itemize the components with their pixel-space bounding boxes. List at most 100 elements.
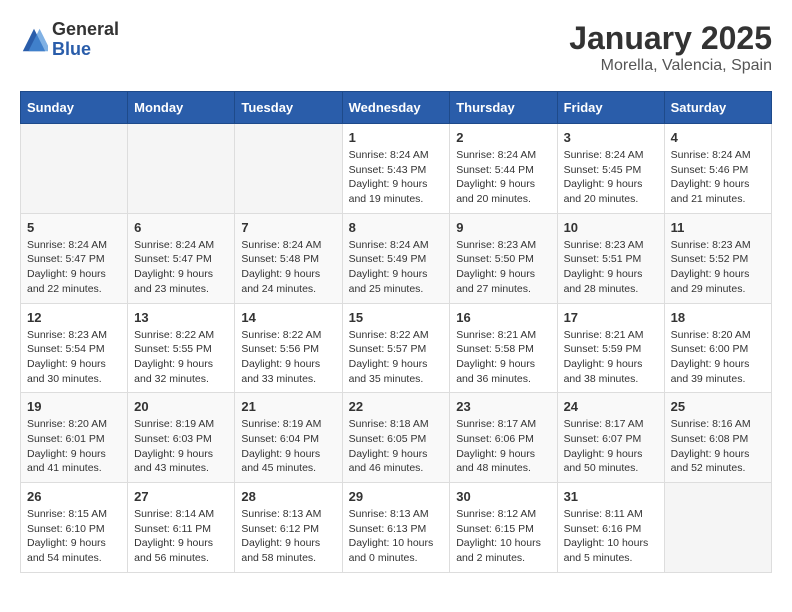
weekday-header-thursday: Thursday: [450, 92, 557, 124]
calendar-cell: 11 Sunrise: 8:23 AM Sunset: 5:52 PM Dayli…: [664, 213, 771, 303]
logo-blue-text: Blue: [52, 40, 119, 60]
day-info: Sunrise: 8:20 AM Sunset: 6:00 PM Dayligh…: [671, 328, 765, 387]
calendar-cell: [235, 124, 342, 214]
calendar-cell: 12 Sunrise: 8:23 AM Sunset: 5:54 PM Dayli…: [21, 303, 128, 393]
week-row-2: 5 Sunrise: 8:24 AM Sunset: 5:47 PM Daylig…: [21, 213, 772, 303]
calendar-cell: 16 Sunrise: 8:21 AM Sunset: 5:58 PM Dayli…: [450, 303, 557, 393]
day-info: Sunrise: 8:24 AM Sunset: 5:46 PM Dayligh…: [671, 148, 765, 207]
day-info: Sunrise: 8:17 AM Sunset: 6:07 PM Dayligh…: [564, 417, 658, 476]
day-number: 12: [27, 310, 121, 325]
calendar-cell: 24 Sunrise: 8:17 AM Sunset: 6:07 PM Dayli…: [557, 393, 664, 483]
day-info: Sunrise: 8:13 AM Sunset: 6:12 PM Dayligh…: [241, 507, 335, 566]
calendar-cell: [128, 124, 235, 214]
day-info: Sunrise: 8:12 AM Sunset: 6:15 PM Dayligh…: [456, 507, 550, 566]
calendar-cell: 8 Sunrise: 8:24 AM Sunset: 5:49 PM Daylig…: [342, 213, 450, 303]
day-info: Sunrise: 8:21 AM Sunset: 5:58 PM Dayligh…: [456, 328, 550, 387]
calendar-cell: 15Sunrise: 8:22 AM Sunset: 5:57 PM Dayli…: [342, 303, 450, 393]
calendar-cell: 25Sunrise: 8:16 AM Sunset: 6:08 PM Dayli…: [664, 393, 771, 483]
calendar-cell: 14Sunrise: 8:22 AM Sunset: 5:56 PM Dayli…: [235, 303, 342, 393]
title-block: January 2025 Morella, Valencia, Spain: [569, 20, 772, 75]
calendar-cell: 10 Sunrise: 8:23 AM Sunset: 5:51 PM Dayli…: [557, 213, 664, 303]
day-number: 13: [134, 310, 228, 325]
day-info: Sunrise: 8:13 AM Sunset: 6:13 PM Dayligh…: [349, 507, 444, 566]
calendar-cell: 31Sunrise: 8:11 AM Sunset: 6:16 PM Dayli…: [557, 483, 664, 573]
calendar-cell: 22Sunrise: 8:18 AM Sunset: 6:05 PM Dayli…: [342, 393, 450, 483]
calendar-cell: 29Sunrise: 8:13 AM Sunset: 6:13 PM Dayli…: [342, 483, 450, 573]
weekday-header-monday: Monday: [128, 92, 235, 124]
day-number: 17: [564, 310, 658, 325]
day-info: Sunrise: 8:23 AM Sunset: 5:50 PM Dayligh…: [456, 238, 550, 297]
day-info: Sunrise: 8:11 AM Sunset: 6:16 PM Dayligh…: [564, 507, 658, 566]
day-info: Sunrise: 8:24 AM Sunset: 5:49 PM Dayligh…: [349, 238, 444, 297]
day-number: 30: [456, 489, 550, 504]
calendar-cell: 17Sunrise: 8:21 AM Sunset: 5:59 PM Dayli…: [557, 303, 664, 393]
logo: General Blue: [20, 20, 119, 60]
day-info: Sunrise: 8:15 AM Sunset: 6:10 PM Dayligh…: [27, 507, 121, 566]
calendar-cell: 6Sunrise: 8:24 AM Sunset: 5:47 PM Daylig…: [128, 213, 235, 303]
day-info: Sunrise: 8:16 AM Sunset: 6:08 PM Dayligh…: [671, 417, 765, 476]
calendar-cell: 18 Sunrise: 8:20 AM Sunset: 6:00 PM Dayli…: [664, 303, 771, 393]
calendar-cell: 21Sunrise: 8:19 AM Sunset: 6:04 PM Dayli…: [235, 393, 342, 483]
day-number: 7: [241, 220, 335, 235]
day-info: Sunrise: 8:17 AM Sunset: 6:06 PM Dayligh…: [456, 417, 550, 476]
day-number: 2: [456, 130, 550, 145]
day-number: 18: [671, 310, 765, 325]
calendar-cell: 7 Sunrise: 8:24 AM Sunset: 5:48 PM Daylig…: [235, 213, 342, 303]
day-number: 11: [671, 220, 765, 235]
day-number: 24: [564, 399, 658, 414]
month-title: January 2025: [569, 20, 772, 57]
day-number: 20: [134, 399, 228, 414]
weekday-header-wednesday: Wednesday: [342, 92, 450, 124]
day-info: Sunrise: 8:24 AM Sunset: 5:48 PM Dayligh…: [241, 238, 335, 297]
week-row-3: 12 Sunrise: 8:23 AM Sunset: 5:54 PM Dayli…: [21, 303, 772, 393]
weekday-header-sunday: Sunday: [21, 92, 128, 124]
day-info: Sunrise: 8:23 AM Sunset: 5:54 PM Dayligh…: [27, 328, 121, 387]
day-number: 27: [134, 489, 228, 504]
calendar-cell: 9 Sunrise: 8:23 AM Sunset: 5:50 PM Daylig…: [450, 213, 557, 303]
day-info: Sunrise: 8:24 AM Sunset: 5:47 PM Dayligh…: [134, 238, 228, 297]
calendar-table: SundayMondayTuesdayWednesdayThursdayFrid…: [20, 91, 772, 573]
week-row-5: 26 Sunrise: 8:15 AM Sunset: 6:10 PM Dayli…: [21, 483, 772, 573]
day-info: Sunrise: 8:14 AM Sunset: 6:11 PM Dayligh…: [134, 507, 228, 566]
calendar-cell: 19 Sunrise: 8:20 AM Sunset: 6:01 PM Dayli…: [21, 393, 128, 483]
calendar-cell: 5 Sunrise: 8:24 AM Sunset: 5:47 PM Daylig…: [21, 213, 128, 303]
day-info: Sunrise: 8:23 AM Sunset: 5:52 PM Dayligh…: [671, 238, 765, 297]
day-info: Sunrise: 8:19 AM Sunset: 6:04 PM Dayligh…: [241, 417, 335, 476]
logo-text: General Blue: [52, 20, 119, 60]
day-info: Sunrise: 8:24 AM Sunset: 5:43 PM Dayligh…: [349, 148, 444, 207]
day-number: 5: [27, 220, 121, 235]
calendar-cell: 20 Sunrise: 8:19 AM Sunset: 6:03 PM Dayli…: [128, 393, 235, 483]
day-info: Sunrise: 8:20 AM Sunset: 6:01 PM Dayligh…: [27, 417, 121, 476]
calendar-cell: 27 Sunrise: 8:14 AM Sunset: 6:11 PM Dayli…: [128, 483, 235, 573]
calendar-cell: 23Sunrise: 8:17 AM Sunset: 6:06 PM Dayli…: [450, 393, 557, 483]
weekday-header-saturday: Saturday: [664, 92, 771, 124]
location: Morella, Valencia, Spain: [569, 57, 772, 75]
day-number: 28: [241, 489, 335, 504]
day-info: Sunrise: 8:23 AM Sunset: 5:51 PM Dayligh…: [564, 238, 658, 297]
calendar-cell: 2 Sunrise: 8:24 AM Sunset: 5:44 PM Daylig…: [450, 124, 557, 214]
day-info: Sunrise: 8:24 AM Sunset: 5:44 PM Dayligh…: [456, 148, 550, 207]
page-header: General Blue January 2025 Morella, Valen…: [20, 20, 772, 75]
logo-icon: [20, 26, 48, 54]
day-number: 9: [456, 220, 550, 235]
calendar-cell: 1Sunrise: 8:24 AM Sunset: 5:43 PM Daylig…: [342, 124, 450, 214]
day-info: Sunrise: 8:22 AM Sunset: 5:55 PM Dayligh…: [134, 328, 228, 387]
calendar-cell: 13 Sunrise: 8:22 AM Sunset: 5:55 PM Dayli…: [128, 303, 235, 393]
day-info: Sunrise: 8:24 AM Sunset: 5:47 PM Dayligh…: [27, 238, 121, 297]
day-info: Sunrise: 8:18 AM Sunset: 6:05 PM Dayligh…: [349, 417, 444, 476]
day-number: 19: [27, 399, 121, 414]
day-info: Sunrise: 8:22 AM Sunset: 5:56 PM Dayligh…: [241, 328, 335, 387]
calendar-cell: 26 Sunrise: 8:15 AM Sunset: 6:10 PM Dayli…: [21, 483, 128, 573]
day-number: 3: [564, 130, 658, 145]
day-info: Sunrise: 8:19 AM Sunset: 6:03 PM Dayligh…: [134, 417, 228, 476]
day-number: 16: [456, 310, 550, 325]
day-info: Sunrise: 8:24 AM Sunset: 5:45 PM Dayligh…: [564, 148, 658, 207]
week-row-4: 19 Sunrise: 8:20 AM Sunset: 6:01 PM Dayli…: [21, 393, 772, 483]
weekday-header-tuesday: Tuesday: [235, 92, 342, 124]
calendar-cell: 4Sunrise: 8:24 AM Sunset: 5:46 PM Daylig…: [664, 124, 771, 214]
day-number: 26: [27, 489, 121, 504]
logo-general-text: General: [52, 20, 119, 40]
day-number: 8: [349, 220, 444, 235]
day-number: 10: [564, 220, 658, 235]
calendar-cell: 28 Sunrise: 8:13 AM Sunset: 6:12 PM Dayli…: [235, 483, 342, 573]
